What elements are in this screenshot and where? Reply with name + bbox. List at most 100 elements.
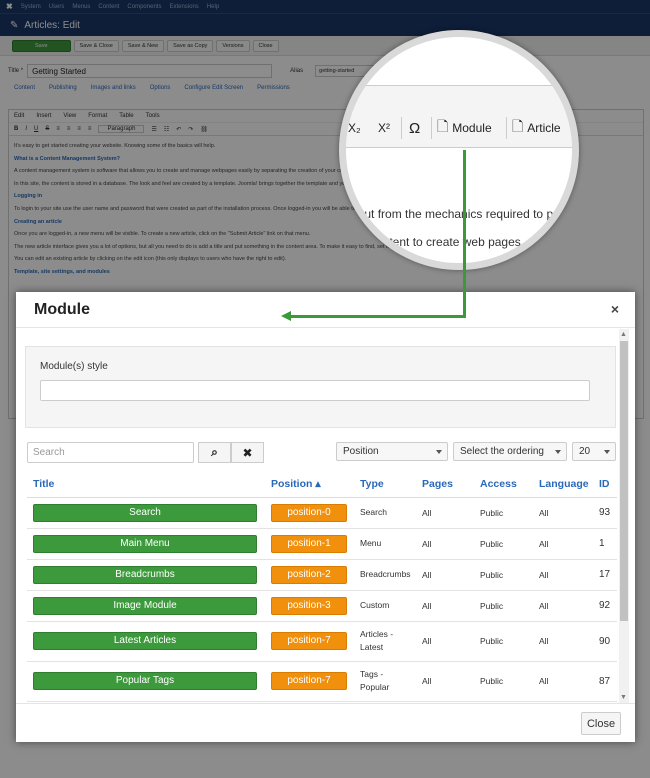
magnifier-line [346, 85, 572, 86]
magnifier-callout: X₂ X² Ω 🗋 Module 🗋 Article About from th… [339, 30, 579, 270]
toolbar-separator [506, 117, 507, 139]
module-button-label: Module [452, 121, 492, 135]
module-select-button[interactable]: Latest Articles [33, 632, 257, 650]
column-title[interactable]: Title [27, 471, 265, 498]
type-cell: Tags - Popular [354, 661, 416, 702]
column-language[interactable]: Language [533, 471, 593, 498]
id-cell: 90 [593, 621, 617, 662]
column-pages[interactable]: Pages [416, 471, 474, 498]
position-cell: position-2 [265, 559, 354, 591]
position-badge[interactable]: position-2 [271, 565, 347, 584]
module-button[interactable]: 🗋 Module [437, 117, 492, 139]
clear-icon: ✖ [242, 445, 253, 460]
modules-table: Title Position ▴ Type Pages Access Langu… [27, 471, 617, 702]
modal-title: Module [34, 301, 90, 318]
access-cell: Public [474, 528, 533, 560]
title-cell: Breadcrumbs [27, 559, 265, 591]
title-cell: Main Menu [27, 528, 265, 560]
access-cell: Public [474, 559, 533, 591]
table-row: Image Module position-3 Custom All Public All… [27, 590, 617, 622]
module-select-button[interactable]: Search [33, 503, 257, 522]
module-select-button[interactable]: Popular Tags [33, 672, 257, 690]
column-access[interactable]: Access [474, 471, 533, 498]
document-plus-icon: 🗋 [437, 118, 449, 134]
access-cell: Public [474, 497, 533, 529]
position-badge[interactable]: position-7 [271, 632, 347, 650]
superscript-glyph: X² [378, 121, 390, 135]
omega-glyph: Ω [409, 119, 421, 137]
id-cell: 17 [593, 559, 617, 591]
ordering-value: Select the ordering [460, 446, 544, 457]
callout-connector [463, 150, 466, 318]
limit-select[interactable]: 20 [572, 442, 616, 461]
position-cell: position-0 [265, 497, 354, 529]
title-cell: Image Module [27, 590, 265, 622]
id-cell: 87 [593, 661, 617, 702]
pages-cell: All [416, 590, 474, 622]
module-style-input[interactable] [40, 380, 590, 401]
special-character-icon[interactable]: Ω [409, 117, 420, 139]
position-badge[interactable]: position-3 [271, 596, 347, 615]
module-modal: Module × Module(s) style Search ⌕ ✖ Posi… [16, 292, 635, 742]
callout-arrow-icon [281, 311, 291, 321]
scroll-down-icon[interactable]: ▼ [620, 694, 627, 701]
search-input[interactable]: Search [27, 442, 194, 463]
article-button[interactable]: 🗋 Article [512, 117, 561, 139]
scrollbar-thumb[interactable] [620, 341, 628, 621]
language-cell: All [533, 590, 593, 622]
modal-body[interactable]: Module(s) style Search ⌕ ✖ Position Sele… [16, 329, 635, 703]
column-id[interactable]: ID [593, 471, 617, 498]
pages-cell: All [416, 661, 474, 702]
language-cell: All [533, 497, 593, 529]
position-cell: position-7 [265, 661, 354, 702]
ordering-select[interactable]: Select the ordering [453, 442, 567, 461]
position-cell: position-1 [265, 528, 354, 560]
chevron-down-icon [436, 450, 442, 454]
id-cell: 93 [593, 497, 617, 529]
position-filter-select[interactable]: Position [336, 442, 448, 461]
position-badge[interactable]: position-0 [271, 503, 347, 522]
type-cell: Articles - Latest [354, 621, 416, 662]
subscript-glyph: X₂ [348, 121, 361, 135]
type-cell: Search [354, 497, 416, 529]
position-badge[interactable]: position-1 [271, 534, 347, 553]
title-cell: Popular Tags [27, 661, 265, 702]
module-select-button[interactable]: Main Menu [33, 534, 257, 553]
toolbar-separator [431, 117, 432, 139]
module-style-panel: Module(s) style [25, 346, 616, 428]
title-cell: Latest Articles [27, 621, 265, 662]
search-button[interactable]: ⌕ [198, 442, 231, 463]
module-select-button[interactable]: Image Module [33, 596, 257, 615]
superscript-icon[interactable]: X² [378, 117, 390, 139]
pages-cell: All [416, 497, 474, 529]
chevron-down-icon [604, 450, 610, 454]
module-select-button[interactable]: Breadcrumbs [33, 565, 257, 584]
article-button-label: Article [527, 121, 561, 135]
pages-cell: All [416, 528, 474, 560]
table-row: Breadcrumbs position-2 Breadcrumbs All Publi… [27, 559, 617, 591]
clear-button[interactable]: ✖ [231, 442, 264, 463]
column-type[interactable]: Type [354, 471, 416, 498]
type-cell: Custom [354, 590, 416, 622]
subscript-icon[interactable]: X₂ [348, 117, 361, 139]
type-cell: Menu [354, 528, 416, 560]
chevron-down-icon [555, 450, 561, 454]
close-button[interactable]: Close [581, 712, 621, 735]
callout-connector [290, 315, 466, 318]
modal-scrollbar[interactable]: ▲ ▼ [619, 329, 629, 703]
access-cell: Public [474, 590, 533, 622]
limit-value: 20 [579, 446, 591, 457]
modal-header: Module × [16, 292, 635, 328]
search-icon: ⌕ [211, 445, 218, 459]
position-badge[interactable]: position-7 [271, 672, 347, 690]
scroll-up-icon[interactable]: ▲ [620, 331, 627, 338]
toolbar-separator [401, 117, 402, 139]
language-cell: All [533, 661, 593, 702]
filter-bar: Search ⌕ ✖ Position Select the ordering … [27, 442, 617, 464]
close-icon[interactable]: × [611, 301, 619, 317]
access-cell: Public [474, 621, 533, 662]
column-position[interactable]: Position ▴ [265, 471, 354, 498]
language-cell: All [533, 621, 593, 662]
id-cell: 92 [593, 590, 617, 622]
position-cell: position-7 [265, 621, 354, 662]
